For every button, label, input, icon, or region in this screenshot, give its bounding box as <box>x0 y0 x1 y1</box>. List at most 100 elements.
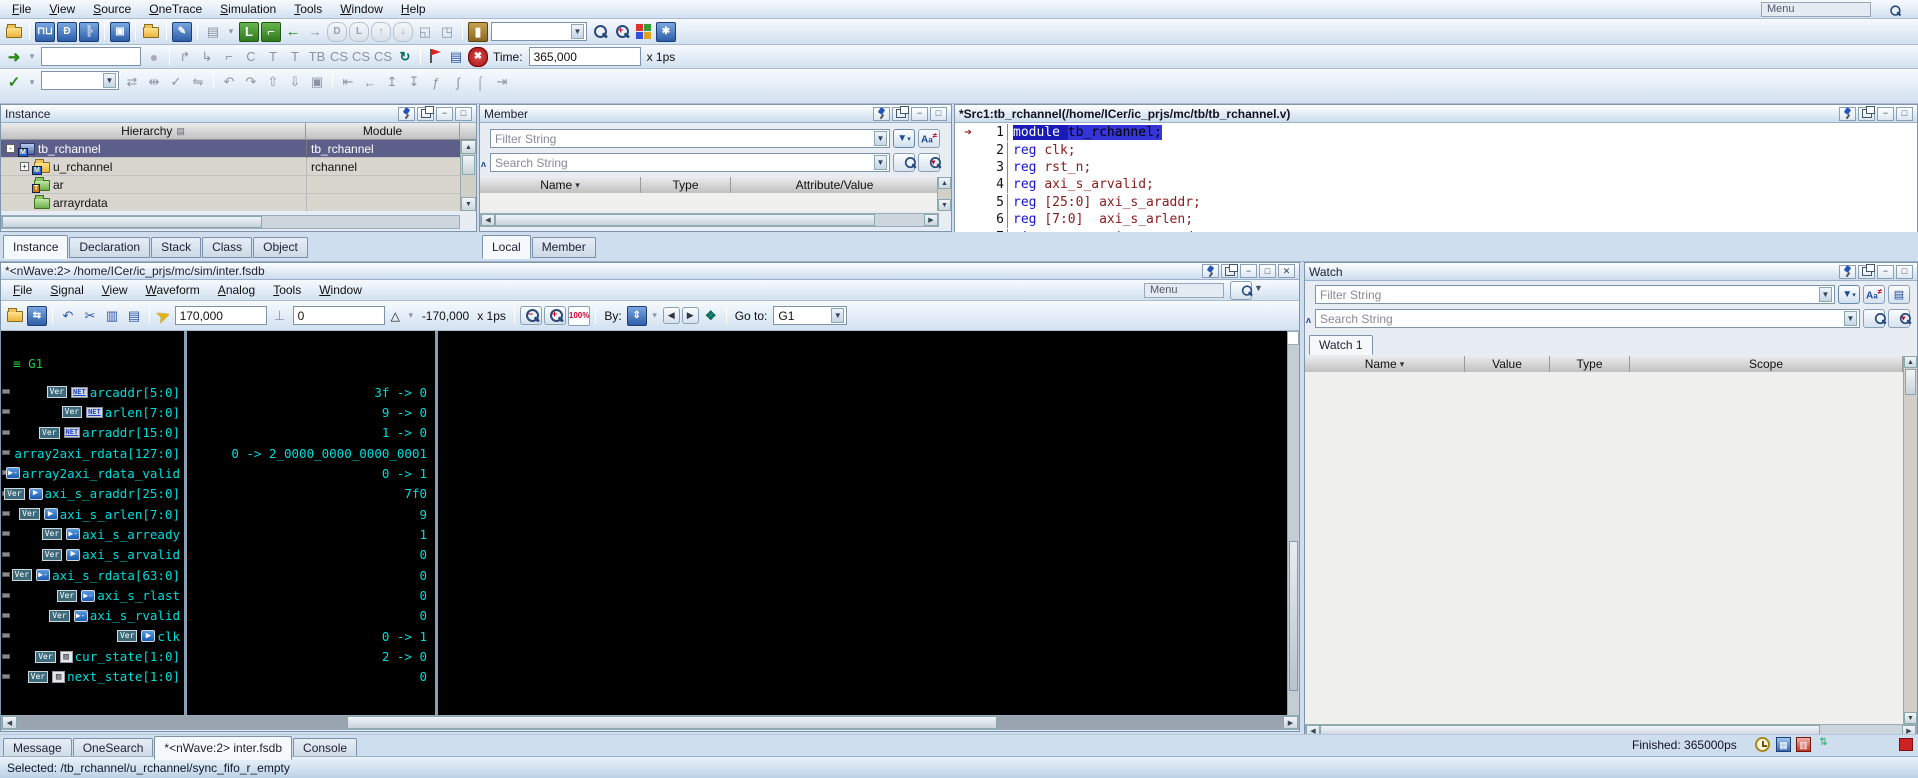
watch-list-icon[interactable]: ▤ <box>1888 285 1910 304</box>
nav-forward-icon[interactable]: → <box>305 22 325 42</box>
zoom-fit-icon[interactable]: 100% <box>568 306 590 326</box>
member-search-icon[interactable] <box>893 153 915 172</box>
source-line-4[interactable]: 4reg axi_s_arvalid; <box>955 176 1917 193</box>
integ-icon[interactable]: ∫ <box>448 72 468 92</box>
dock-icon[interactable] <box>1858 265 1875 279</box>
delta-drop-icon[interactable]: ▾ <box>405 306 417 326</box>
watch-collapse-icon[interactable]: ᴧ <box>1306 315 1311 325</box>
chevron-down-icon[interactable]: ▼ <box>571 24 584 39</box>
rise-icon[interactable]: ↥ <box>382 72 402 92</box>
go-icon[interactable]: ➜ <box>4 47 24 67</box>
copy-icon[interactable]: ▥ <box>102 306 122 326</box>
undo-icon[interactable]: ↶ <box>219 72 239 92</box>
menu-simulation[interactable]: Simulation <box>211 1 285 17</box>
chevron-down-icon[interactable]: ▼ <box>831 308 844 323</box>
trace-load-icon[interactable]: L <box>349 22 369 42</box>
zoom-in-icon[interactable]: + <box>544 306 566 325</box>
trace-c-icon[interactable]: C <box>241 47 261 67</box>
signal-name-array2axi-rdata-valid[interactable]: ▶‑array2axi_rdata_valid <box>1 464 184 482</box>
nwave-menu-waveform[interactable]: Waveform <box>137 282 209 298</box>
tab-member[interactable]: Member <box>532 237 596 258</box>
source-panel-titlebar[interactable]: *Src1:tb_rchannel(/home/ICer/ic_prjs/mc/… <box>955 105 1917 123</box>
chevron-down-icon[interactable]: ▼ <box>103 73 116 88</box>
main-menu-search-icon[interactable] <box>1884 1 1904 18</box>
signal-name-axi-s-rdata-63-0-[interactable]: Ver▶‑axi_s_rdata[63:0] <box>1 566 184 584</box>
instance-panel-titlebar[interactable]: Instance − □ <box>1 105 476 123</box>
minimize-icon[interactable]: − <box>911 107 928 121</box>
minimize-icon[interactable]: − <box>436 107 453 121</box>
close-icon[interactable]: ✕ <box>1278 264 1295 278</box>
source-line-5[interactable]: 5reg [25:0] axi_s_araddr; <box>955 194 1917 211</box>
window-new-icon[interactable]: ◳ <box>437 22 457 42</box>
compare-combo[interactable]: ▼ <box>41 71 119 90</box>
nwave-titlebar[interactable]: *<nWave:2> /home/ICer/ic_prjs/mc/sim/int… <box>1 263 1299 280</box>
menu-source[interactable]: Source <box>84 1 140 17</box>
menu-help[interactable]: Help <box>392 1 435 17</box>
source-code[interactable]: ➔1module tb_rchannel;2reg clk;3reg rst_n… <box>955 124 1917 242</box>
signal-name-clk[interactable]: Ver▶clk <box>1 627 184 645</box>
tab-object[interactable]: Object <box>253 237 308 258</box>
maximize-icon[interactable]: □ <box>1896 107 1913 121</box>
tab-local[interactable]: Local <box>482 235 531 259</box>
menu-file[interactable]: File <box>3 1 40 17</box>
trace-corner-icon[interactable]: ⌐ <box>219 47 239 67</box>
main-menu-button[interactable]: Menu <box>1761 2 1871 17</box>
maximize-icon[interactable]: □ <box>1259 264 1276 278</box>
cursor-time-input[interactable]: 170,000 <box>175 306 267 325</box>
signal-name-arcaddr-5-0-[interactable]: VerNETarcaddr[5:0] <box>1 383 184 401</box>
flag-icon[interactable] <box>427 48 443 65</box>
menu-window[interactable]: Window <box>331 1 392 17</box>
member-column-header[interactable]: Name ▾TypeAttribute/Value <box>480 177 939 194</box>
pin-icon[interactable] <box>1202 264 1219 278</box>
pin-icon[interactable] <box>873 107 890 121</box>
annotate-icon[interactable]: ✎ <box>172 22 192 42</box>
watch-search-input[interactable]: Search String▼ <box>1315 309 1860 328</box>
nwave-hscrollbar[interactable]: ◀ ▶ <box>1 715 1299 730</box>
member-column-attribute-value[interactable]: Attribute/Value <box>731 177 939 193</box>
signal-find-combo[interactable]: ▼ <box>491 22 587 41</box>
apps-icon[interactable] <box>636 24 652 40</box>
kill-icon[interactable]: ✖ <box>468 47 488 67</box>
trace-driver-icon[interactable]: D <box>327 22 347 42</box>
watch-column-value[interactable]: Value <box>1465 356 1550 372</box>
goto-return-icon[interactable]: ⌐ <box>261 22 281 42</box>
back2-icon[interactable]: ← <box>360 72 380 92</box>
goto-line-icon[interactable]: L <box>239 22 259 42</box>
by-mode-icon[interactable]: ⇕ <box>627 306 647 326</box>
dock-icon[interactable] <box>892 107 909 121</box>
verdi-home-icon[interactable]: ✱ <box>656 22 676 42</box>
tab-instance[interactable]: Instance <box>3 235 68 259</box>
reinvoke-icon[interactable]: ↻ <box>395 47 415 67</box>
source-window-icon[interactable]: ▣ <box>110 22 130 42</box>
page-up-icon[interactable]: ⇧ <box>263 72 283 92</box>
next-result-icon[interactable]: ↓ <box>393 22 413 42</box>
bottom-tab--nwave-2-inter-fsdb[interactable]: *<nWave:2> inter.fsdb <box>154 736 292 760</box>
watch-column-scope[interactable]: Scope <box>1630 356 1903 372</box>
clock-icon[interactable] <box>1755 737 1770 752</box>
restore-signal-icon[interactable]: ⇆ <box>27 306 47 326</box>
pin-icon[interactable] <box>1839 265 1856 279</box>
tab-stack[interactable]: Stack <box>151 237 201 258</box>
last-icon[interactable]: ⇥ <box>492 72 512 92</box>
tab-declaration[interactable]: Declaration <box>69 237 150 258</box>
memory-usage-icon[interactable]: ▦ <box>1776 737 1791 752</box>
trace-cs3-icon[interactable]: CS <box>373 47 393 67</box>
pin-icon[interactable] <box>1839 107 1856 121</box>
stack-windows-icon[interactable]: ❖ <box>701 306 721 326</box>
maximize-icon[interactable]: □ <box>930 107 947 121</box>
paste-drop-icon[interactable]: ▾ <box>225 22 237 42</box>
trace-cs2-icon[interactable]: CS <box>351 47 371 67</box>
watch-titlebar[interactable]: Watch − □ <box>1305 263 1917 281</box>
ntrace-tool-icon[interactable]: Ð <box>57 22 77 42</box>
sync-icon[interactable]: ⇄ <box>122 72 142 92</box>
instance-column-header[interactable]: Hierarchy ▤Module <box>1 123 476 140</box>
watch-vscrollbar[interactable]: ▲ ▼ <box>1903 356 1917 724</box>
tree-row-ar[interactable]: Tar <box>1 176 460 194</box>
tree-row-tb_rchannel[interactable]: -Mtb_rchanneltb_rchannel <box>1 140 460 158</box>
integ2-icon[interactable]: ⌠ <box>470 72 490 92</box>
watch-search-icon[interactable] <box>1863 309 1885 328</box>
zoom-out-icon[interactable]: − <box>520 306 542 325</box>
waveform-panel[interactable] <box>438 331 1287 716</box>
tree-row-arrayrdata[interactable]: arrayrdata <box>1 194 460 211</box>
watch-tab[interactable]: Watch 1 <box>1309 335 1373 355</box>
